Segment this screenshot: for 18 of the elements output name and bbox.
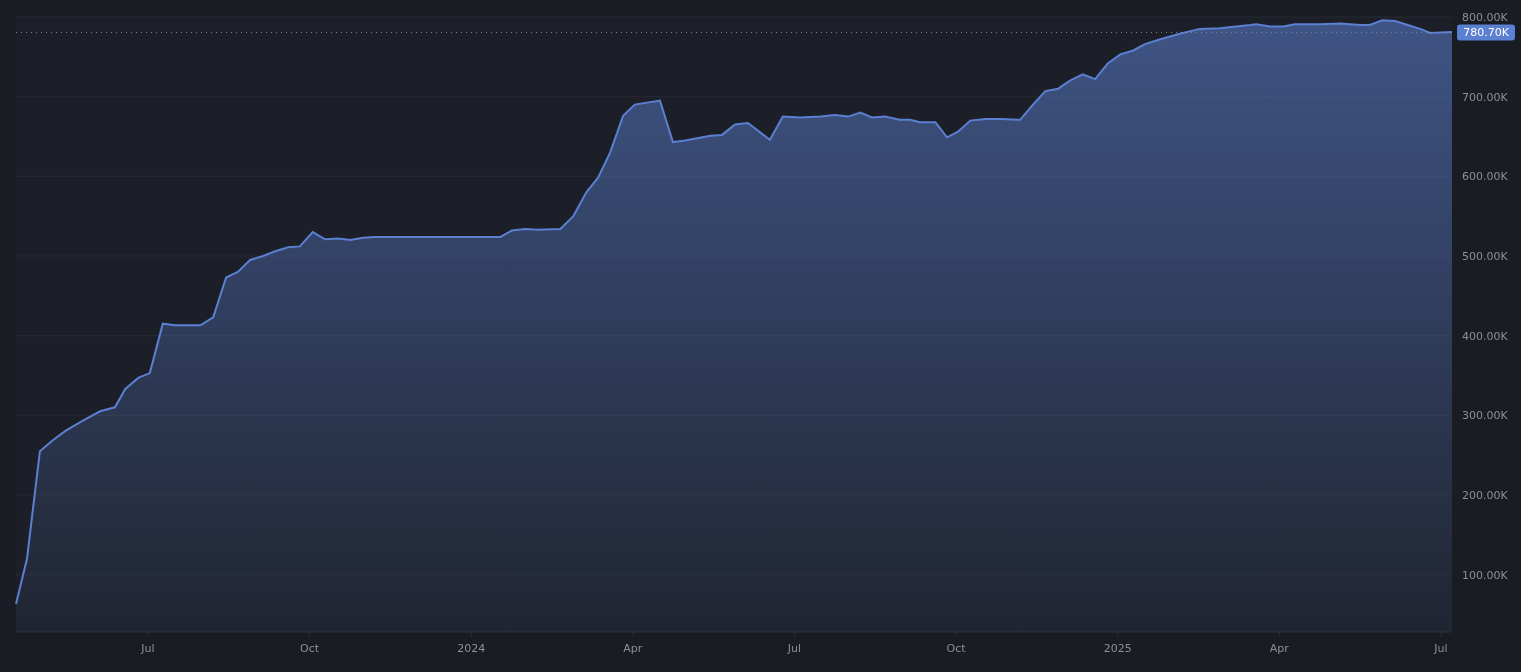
axis-label: Jul (1434, 642, 1448, 655)
value-badge: 780.70K (1457, 24, 1515, 41)
axis-label: Oct (300, 642, 320, 655)
axis-label: 800.00K (1462, 11, 1508, 24)
axis-label: Jul (141, 642, 155, 655)
axis-label: Jul (787, 642, 802, 655)
axis-label: 200.00K (1462, 489, 1508, 502)
axis-label: 2024 (457, 642, 486, 655)
axis-label: 500.00K (1462, 250, 1508, 263)
axis-label: 2025 (1103, 642, 1132, 655)
axis-label: 700.00K (1462, 90, 1508, 104)
axis-label: 600.00K (1462, 170, 1508, 184)
axis-label: 300.00K (1462, 409, 1508, 423)
axis-label: 100.00K (1462, 568, 1508, 582)
axis-label: Apr (1269, 642, 1289, 655)
axis-label: Oct (946, 642, 966, 655)
axis-label: 400.00K (1462, 329, 1508, 343)
axis-label: Apr (623, 642, 643, 655)
